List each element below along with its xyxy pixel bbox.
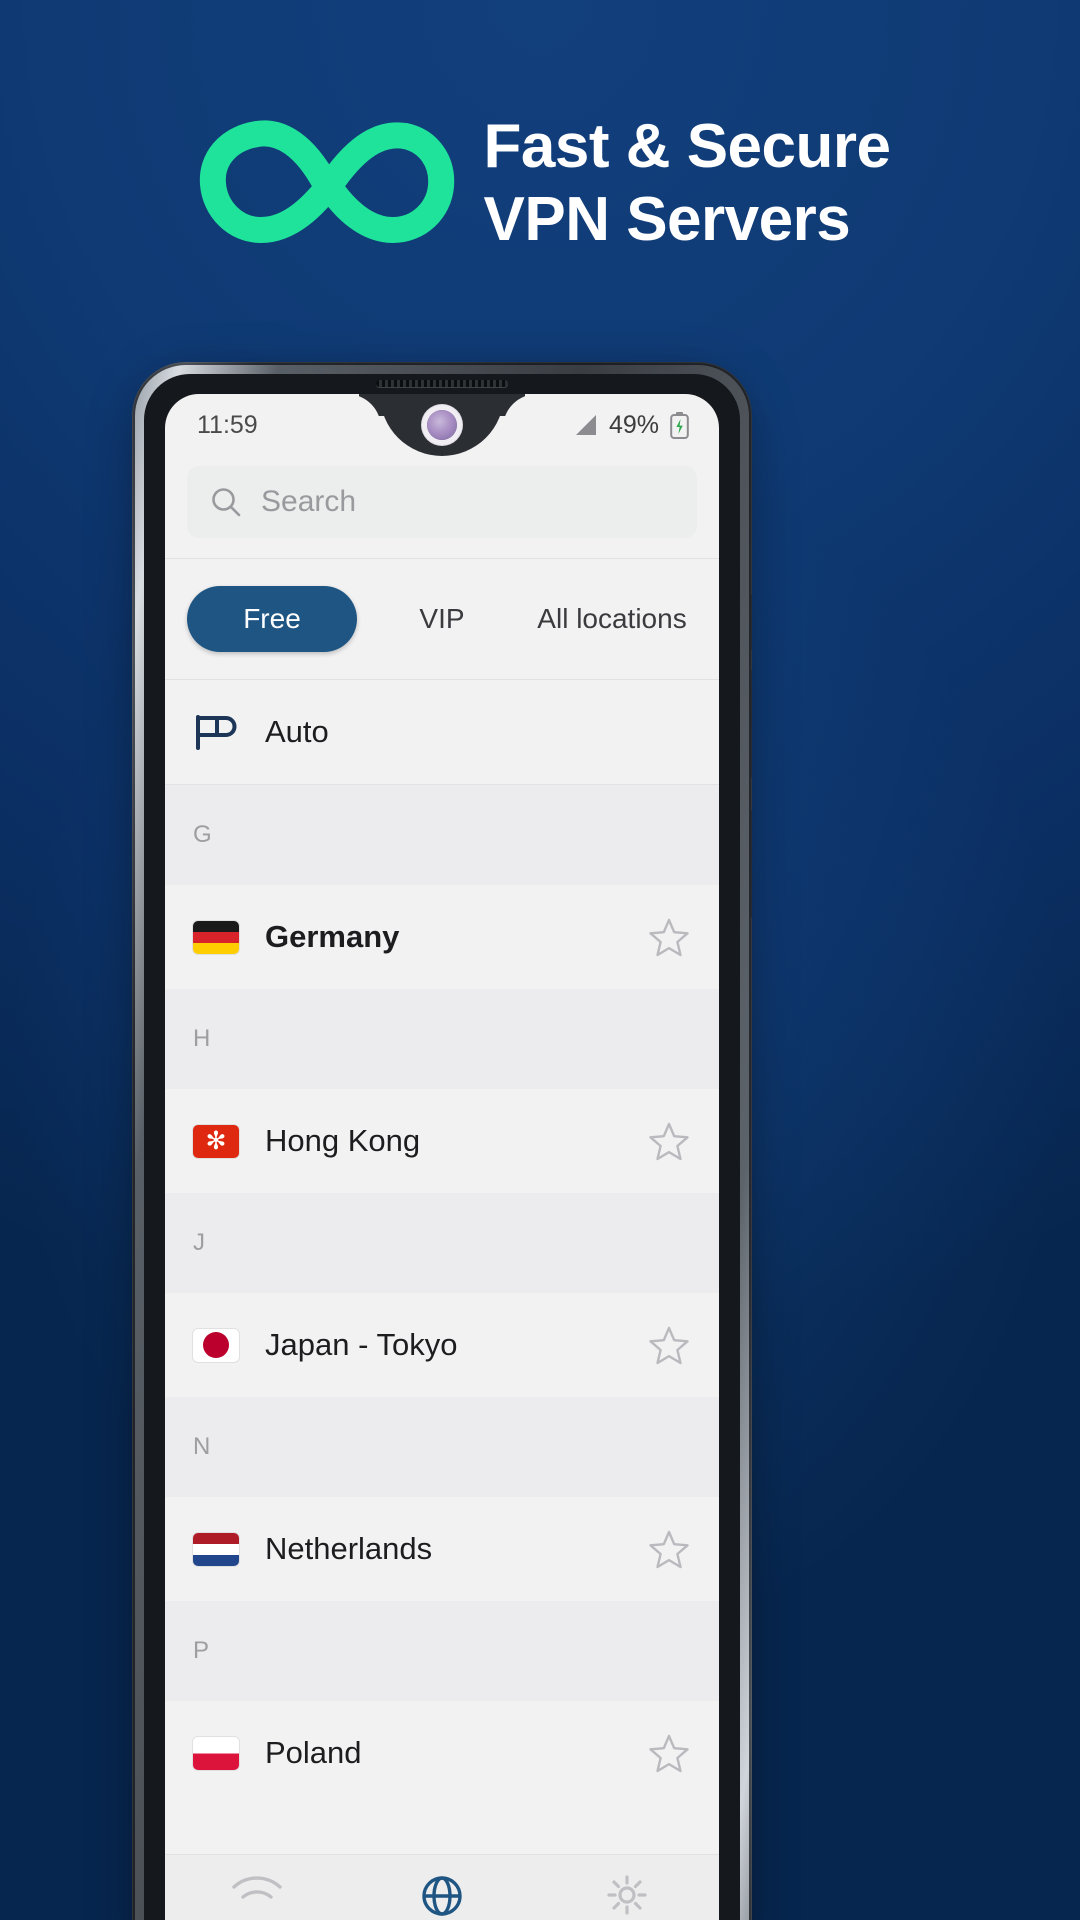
phone-volume-up-button[interactable] (750, 670, 752, 778)
infinity-logo-icon (200, 120, 455, 244)
star-outline-icon[interactable] (647, 1119, 691, 1163)
section-header: N (165, 1397, 719, 1497)
list-item-label: Auto (265, 714, 329, 749)
tab-bar: Free VIP All locations (165, 559, 719, 679)
flag-poland-icon (193, 1736, 239, 1770)
section-header: G (165, 785, 719, 885)
star-outline-icon[interactable] (647, 1527, 691, 1571)
section-header: J (165, 1193, 719, 1293)
tab-free[interactable]: Free (187, 586, 357, 652)
table-row[interactable]: Netherlands (165, 1497, 719, 1601)
star-outline-icon[interactable] (647, 915, 691, 959)
signal-bars-icon (575, 415, 596, 435)
phone-body: 11:59 49% Search Free VIP All locations … (132, 362, 752, 1920)
search-icon (212, 488, 241, 517)
server-name: Netherlands (265, 1531, 433, 1566)
table-row[interactable]: Germany (165, 885, 719, 989)
tab-all-locations[interactable]: All locations (527, 586, 697, 652)
phone-inner-bezel: 11:59 49% Search Free VIP All locations … (144, 374, 740, 1920)
phone-rim: 11:59 49% Search Free VIP All locations … (135, 365, 749, 1920)
star-outline-icon[interactable] (647, 1323, 691, 1367)
nav-item-connection[interactable] (166, 1871, 349, 1919)
star-outline-icon[interactable] (647, 1731, 691, 1775)
status-bar: 11:59 49% (165, 394, 719, 456)
flag-hong-kong-icon: ✻ (193, 1124, 239, 1158)
phone-volume-down-button[interactable] (750, 810, 752, 918)
bottom-navigation-bar (165, 1854, 719, 1920)
flag-netherlands-icon (193, 1532, 239, 1566)
search-placeholder: Search (261, 485, 357, 518)
list-item-auto[interactable]: Auto (165, 680, 719, 784)
table-row[interactable]: Poland (165, 1701, 719, 1805)
search-bar-container: Search (165, 456, 719, 558)
search-input[interactable]: Search (187, 466, 697, 538)
section-header: H (165, 989, 719, 1089)
flag-japan-icon (193, 1328, 239, 1362)
globe-icon (422, 1876, 462, 1916)
server-name: Hong Kong (265, 1123, 421, 1158)
table-row[interactable]: Japan - Tokyo (165, 1293, 719, 1397)
server-name: Japan - Tokyo (265, 1327, 458, 1362)
flag-germany-icon (193, 920, 239, 954)
phone-mockup: 11:59 49% Search Free VIP All locations … (132, 362, 752, 1920)
table-row[interactable]: ✻ Hong Kong (165, 1089, 719, 1193)
flag-outline-icon (196, 715, 237, 750)
phone-side-button[interactable] (750, 594, 752, 650)
wifi-icon (232, 1876, 283, 1899)
status-time: 11:59 (197, 410, 258, 439)
section-header: P (165, 1601, 719, 1701)
server-name: Germany (265, 919, 400, 954)
gear-icon (607, 1875, 647, 1915)
nav-item-servers[interactable] (351, 1871, 534, 1920)
promo-header: Fast & Secure VPN Servers (0, 108, 1080, 258)
server-name: Poland (265, 1735, 362, 1770)
battery-charging-icon (670, 411, 689, 439)
phone-screen: 11:59 49% Search Free VIP All locations … (165, 394, 719, 1920)
page-title: Fast & Secure VPN Servers (483, 111, 891, 254)
nav-item-settings[interactable] (535, 1871, 718, 1919)
tab-vip[interactable]: VIP (357, 586, 527, 652)
battery-percent-label: 49% (608, 410, 659, 439)
earpiece-speaker-icon (376, 380, 508, 387)
